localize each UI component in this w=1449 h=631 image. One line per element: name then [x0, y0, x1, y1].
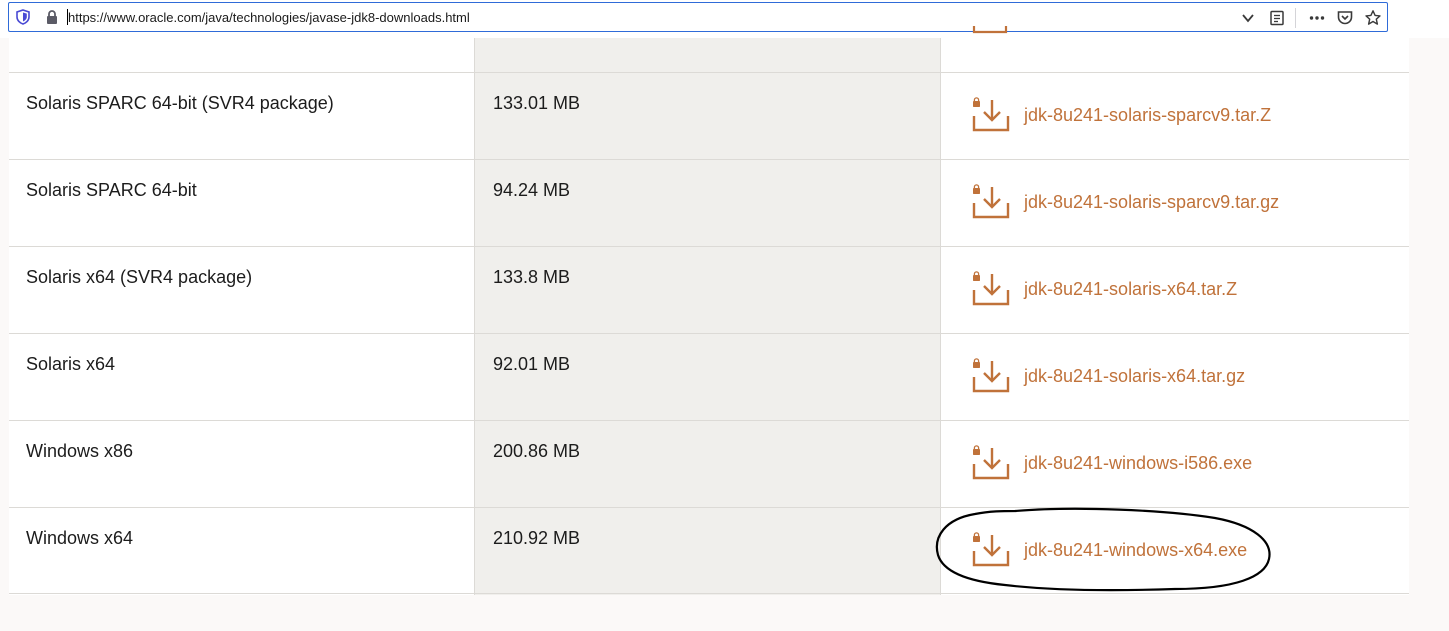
table-row: Solaris SPARC 64-bit (SVR4 package) 133.… [9, 72, 1409, 159]
file-size: 94.24 MB [493, 180, 571, 200]
chevron-down-icon[interactable] [1239, 9, 1257, 27]
table-row: Solaris x64 92.01 MB jdk-8u241-solaris-x… [9, 333, 1409, 420]
download-link-label[interactable]: jdk-8u241-windows-x64.exe [1024, 540, 1247, 561]
tracking-protection-shield-icon[interactable] [15, 9, 31, 25]
table-row-partial [9, 26, 1409, 72]
padlock-icon[interactable] [44, 9, 60, 25]
locked-download-icon[interactable] [972, 26, 1010, 46]
locked-download-icon [972, 358, 1010, 393]
download-link-label[interactable]: jdk-8u241-solaris-x64.tar.gz [1024, 366, 1245, 387]
pocket-icon[interactable] [1336, 9, 1354, 27]
download-link[interactable]: jdk-8u241-windows-i586.exe [972, 445, 1252, 481]
table-row: Windows x64 210.92 MB jdk-8u241-windows-… [9, 507, 1409, 594]
file-size: 133.8 MB [493, 267, 571, 287]
product-name: Solaris x64 (SVR4 package) [26, 267, 253, 287]
file-size: 200.86 MB [493, 441, 581, 461]
file-size: 210.92 MB [493, 528, 581, 548]
locked-download-icon [972, 97, 1010, 132]
download-link-label[interactable]: jdk-8u241-windows-i586.exe [1024, 453, 1252, 474]
file-size: 92.01 MB [493, 354, 571, 374]
table-row: Solaris SPARC 64-bit 94.24 MB jdk-8u241-… [9, 159, 1409, 246]
table-row: Windows x86 200.86 MB jdk-8u241-windows-… [9, 420, 1409, 507]
download-link-label[interactable]: jdk-8u241-solaris-sparcv9.tar.Z [1024, 105, 1271, 126]
more-actions-icon[interactable] [1308, 9, 1326, 27]
download-link-label[interactable]: jdk-8u241-solaris-sparcv9.tar.gz [1024, 192, 1279, 213]
product-name: Solaris SPARC 64-bit [26, 180, 197, 200]
product-name: Solaris SPARC 64-bit (SVR4 package) [26, 93, 334, 113]
address-bar[interactable]: https://www.oracle.com/java/technologies… [8, 2, 1388, 32]
browser-toolbar: https://www.oracle.com/java/technologies… [0, 0, 1449, 38]
downloads-table: Solaris SPARC 64-bit (SVR4 package) 133.… [9, 26, 1409, 595]
download-link[interactable]: jdk-8u241-solaris-x64.tar.Z [972, 271, 1237, 307]
locked-download-icon [972, 445, 1010, 480]
product-name: Windows x86 [26, 441, 134, 461]
download-link[interactable]: jdk-8u241-solaris-sparcv9.tar.Z [972, 97, 1271, 133]
locked-download-icon [972, 532, 1010, 567]
reader-view-icon[interactable] [1268, 9, 1286, 27]
locked-download-icon [972, 271, 1010, 306]
table-row: Solaris x64 (SVR4 package) 133.8 MB jdk-… [9, 246, 1409, 333]
download-link[interactable]: jdk-8u241-solaris-x64.tar.gz [972, 358, 1245, 394]
download-link[interactable]: jdk-8u241-windows-x64.exe [972, 532, 1247, 568]
star-icon[interactable] [1364, 9, 1382, 27]
url-text[interactable]: https://www.oracle.com/java/technologies… [68, 10, 470, 25]
download-link-label[interactable]: jdk-8u241-solaris-x64.tar.Z [1024, 279, 1237, 300]
product-name: Solaris x64 [26, 354, 116, 374]
toolbar-divider [1295, 8, 1296, 28]
file-size: 133.01 MB [493, 93, 581, 113]
locked-download-icon [972, 184, 1010, 219]
download-link[interactable]: jdk-8u241-solaris-sparcv9.tar.gz [972, 184, 1279, 220]
product-name: Windows x64 [26, 528, 134, 548]
